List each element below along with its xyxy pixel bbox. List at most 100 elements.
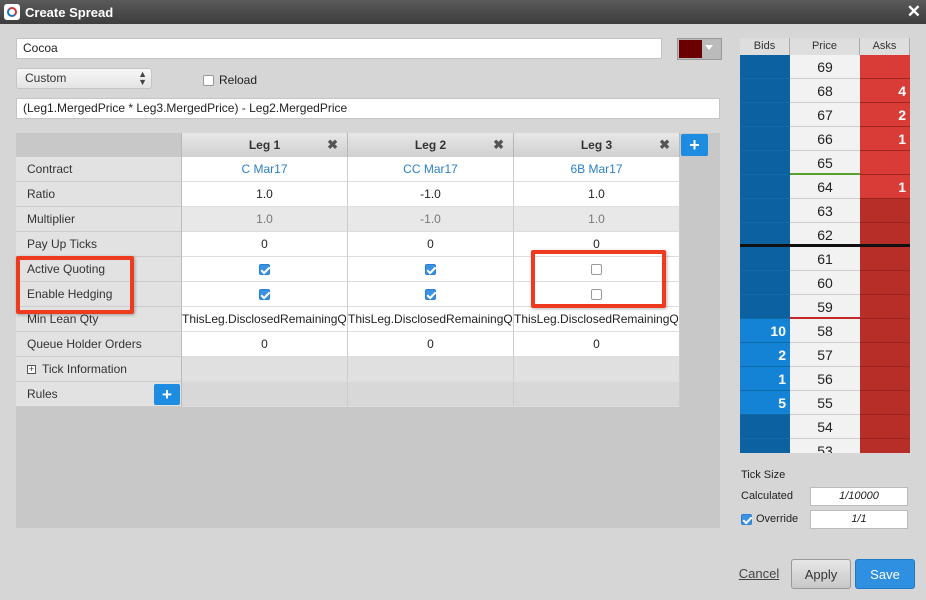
ladder-bid-cell[interactable] bbox=[740, 295, 790, 319]
ladder-price-cell: 66 bbox=[790, 127, 860, 151]
ladder-price-cell: 65 bbox=[790, 151, 860, 175]
formula-input[interactable]: (Leg1.MergedPrice * Leg3.MergedPrice) - … bbox=[16, 98, 720, 119]
ladder-bid-cell[interactable] bbox=[740, 439, 790, 453]
leg2-enable-hedging-cell[interactable] bbox=[348, 282, 514, 307]
color-picker-button[interactable] bbox=[677, 38, 722, 60]
row-label-text: Rules bbox=[27, 387, 58, 401]
ladder-row: 60 bbox=[740, 271, 910, 295]
ladder-row: 5 55 bbox=[740, 391, 910, 415]
spread-name-input[interactable]: Cocoa bbox=[16, 38, 662, 59]
ladder-bid-cell[interactable]: 5 bbox=[740, 391, 790, 415]
row-label-text: Pay Up Ticks bbox=[27, 237, 98, 251]
leg2-queue-holder-cell[interactable]: 0 bbox=[348, 332, 514, 357]
leg1-contract-cell[interactable]: C Mar17 bbox=[182, 157, 348, 182]
reload-checkbox-wrap[interactable]: Reload bbox=[203, 73, 257, 87]
reload-checkbox[interactable] bbox=[203, 74, 214, 86]
ladder-bid-cell[interactable] bbox=[740, 271, 790, 295]
remove-leg-icon[interactable]: ✖ bbox=[493, 133, 504, 157]
ladder-bid-cell[interactable] bbox=[740, 127, 790, 151]
ladder-row: 66 1 bbox=[740, 127, 910, 151]
leg1-ratio-cell[interactable]: 1.0 bbox=[182, 182, 348, 207]
leg1-min-lean-cell[interactable]: ThisLeg.DisclosedRemainingQuantity bbox=[182, 307, 348, 332]
leg3-rules-cell bbox=[514, 382, 680, 407]
leg2-multiplier-cell[interactable]: -1.0 bbox=[348, 207, 514, 232]
leg3-multiplier-cell[interactable]: 1.0 bbox=[514, 207, 680, 232]
override-checkbox[interactable] bbox=[741, 513, 752, 525]
ladder-bid-cell[interactable] bbox=[740, 223, 790, 247]
ladder-row: 54 bbox=[740, 415, 910, 439]
ladder-row: 69 bbox=[740, 55, 910, 79]
leg2-contract-cell[interactable]: CC Mar17 bbox=[348, 157, 514, 182]
ladder-row: 62 bbox=[740, 223, 910, 247]
row-label-queue-holder: Queue Holder Orders bbox=[16, 332, 182, 357]
leg1-enable-hedging-checkbox[interactable] bbox=[259, 289, 270, 301]
leg3-contract-cell[interactable]: 6B Mar17 bbox=[514, 157, 680, 182]
leg1-enable-hedging-cell[interactable] bbox=[182, 282, 348, 307]
ladder-ask-cell[interactable] bbox=[860, 247, 910, 271]
leg3-min-lean-cell[interactable]: ThisLeg.DisclosedRemainingQuantity bbox=[514, 307, 680, 332]
leg1-active-quoting-cell[interactable] bbox=[182, 257, 348, 282]
leg2-min-lean-cell[interactable]: ThisLeg.DisclosedRemainingQuantity bbox=[348, 307, 514, 332]
leg1-multiplier-cell[interactable]: 1.0 bbox=[182, 207, 348, 232]
row-label-tick-info: + Tick Information bbox=[16, 357, 182, 382]
ladder-ask-cell[interactable] bbox=[860, 223, 910, 247]
ladder-ask-cell[interactable] bbox=[860, 151, 910, 175]
ladder-bid-cell[interactable] bbox=[740, 79, 790, 103]
ladder-ask-cell[interactable]: 2 bbox=[860, 103, 910, 127]
ladder-ask-cell[interactable] bbox=[860, 55, 910, 79]
title-bar: Create Spread ✕ bbox=[0, 0, 926, 24]
cancel-button[interactable]: Cancel bbox=[734, 559, 784, 589]
ladder-ask-cell[interactable]: 4 bbox=[860, 79, 910, 103]
leg2-active-quoting-cell[interactable] bbox=[348, 257, 514, 282]
ladder-ask-cell[interactable] bbox=[860, 439, 910, 453]
ladder-bid-cell[interactable]: 10 bbox=[740, 319, 790, 343]
mode-select-value: Custom bbox=[25, 71, 67, 85]
leg1-payup-cell[interactable]: 0 bbox=[182, 232, 348, 257]
leg3-ratio-cell[interactable]: 1.0 bbox=[514, 182, 680, 207]
ladder-ask-cell[interactable] bbox=[860, 199, 910, 223]
save-button[interactable]: Save bbox=[855, 559, 915, 589]
leg2-enable-hedging-checkbox[interactable] bbox=[425, 289, 436, 301]
ladder-ask-cell[interactable] bbox=[860, 271, 910, 295]
override-checkbox-wrap[interactable]: Override bbox=[741, 513, 798, 525]
leg1-queue-holder-cell[interactable]: 0 bbox=[182, 332, 348, 357]
ladder-ask-cell[interactable] bbox=[860, 391, 910, 415]
ladder-bid-cell[interactable]: 2 bbox=[740, 343, 790, 367]
ladder-bid-cell[interactable] bbox=[740, 199, 790, 223]
ladder-bid-cell[interactable] bbox=[740, 175, 790, 199]
close-icon[interactable]: ✕ bbox=[907, 2, 921, 22]
remove-leg-icon[interactable]: ✖ bbox=[327, 133, 338, 157]
apply-button[interactable]: Apply bbox=[791, 559, 851, 589]
leg2-ratio-cell[interactable]: -1.0 bbox=[348, 182, 514, 207]
ladder-ask-cell[interactable] bbox=[860, 415, 910, 439]
row-label-multiplier: Multiplier bbox=[16, 207, 182, 232]
leg2-payup-cell[interactable]: 0 bbox=[348, 232, 514, 257]
ladder-ask-cell[interactable]: 1 bbox=[860, 175, 910, 199]
ladder-bid-cell[interactable] bbox=[740, 103, 790, 127]
ladder-ask-cell[interactable]: 1 bbox=[860, 127, 910, 151]
override-input[interactable]: 1/1 bbox=[810, 510, 908, 529]
ladder-ask-cell[interactable] bbox=[860, 367, 910, 391]
leg1-active-quoting-checkbox[interactable] bbox=[259, 264, 270, 276]
remove-leg-icon[interactable]: ✖ bbox=[659, 133, 670, 157]
ladder-row: 59 bbox=[740, 295, 910, 319]
row-label-text: Min Lean Qty bbox=[27, 312, 99, 326]
leg2-active-quoting-checkbox[interactable] bbox=[425, 264, 436, 276]
ladder-bid-cell[interactable] bbox=[740, 151, 790, 175]
ladder-price-cell: 60 bbox=[790, 271, 860, 295]
expand-icon[interactable]: + bbox=[27, 365, 36, 375]
ladder-bid-cell[interactable] bbox=[740, 247, 790, 271]
ladder-ask-cell[interactable] bbox=[860, 319, 910, 343]
leg2-rules-cell bbox=[348, 382, 514, 407]
add-leg-button[interactable]: + bbox=[681, 134, 708, 156]
row-label-rules: Rules + bbox=[16, 382, 182, 407]
add-rule-button[interactable]: + bbox=[154, 384, 180, 405]
ladder-bid-cell[interactable] bbox=[740, 55, 790, 79]
ladder-ask-cell[interactable] bbox=[860, 295, 910, 319]
mode-select[interactable]: Custom ▲ ▼ bbox=[16, 68, 152, 89]
ladder-ask-cell[interactable] bbox=[860, 343, 910, 367]
ladder-bid-cell[interactable] bbox=[740, 415, 790, 439]
ladder-row: 61 bbox=[740, 247, 910, 271]
leg3-queue-holder-cell[interactable]: 0 bbox=[514, 332, 680, 357]
ladder-bid-cell[interactable]: 1 bbox=[740, 367, 790, 391]
